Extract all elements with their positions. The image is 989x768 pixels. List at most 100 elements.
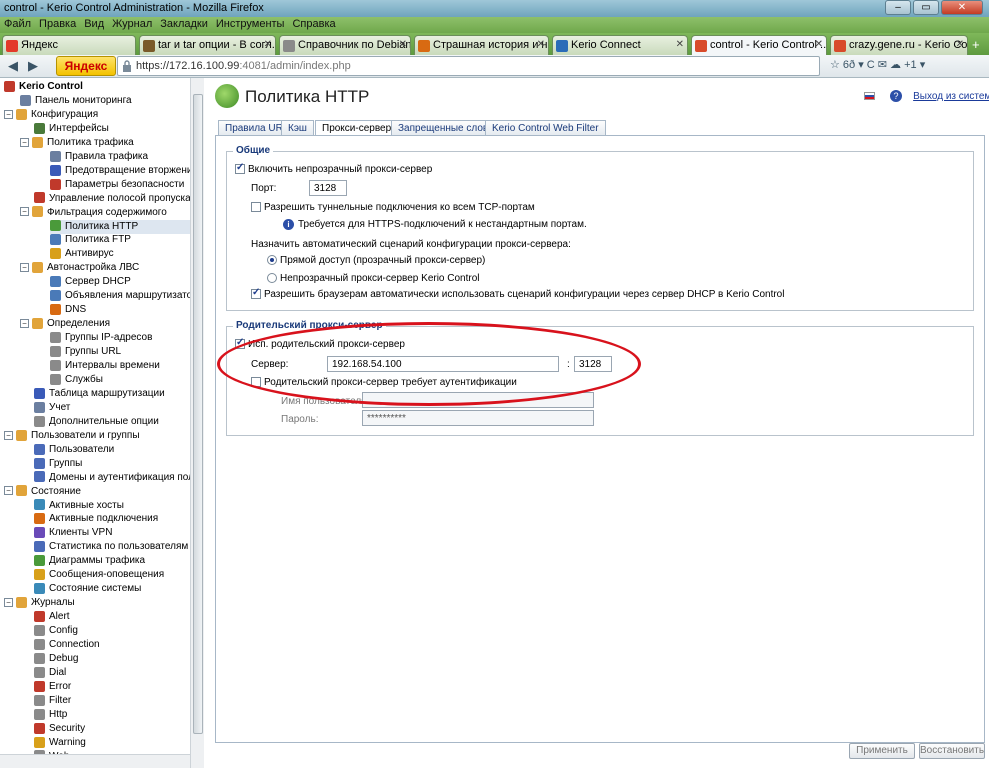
close-tab-icon[interactable]: ✕ — [264, 39, 272, 50]
sidebar-item[interactable]: Политика HTTP — [50, 219, 203, 234]
collapse-toggle-icon[interactable]: − — [20, 319, 29, 328]
sidebar-item[interactable]: Сервер DHCP — [50, 275, 203, 289]
language-flag-icon[interactable] — [864, 92, 875, 101]
apply-button[interactable]: Применить — [849, 743, 915, 759]
sidebar-item[interactable]: Управление полосой пропускания и — [34, 192, 203, 206]
menu-edit[interactable]: Правка — [35, 17, 80, 31]
sidebar-item[interactable]: Активные подключения — [34, 512, 203, 526]
sidebar-item[interactable]: Политика FTP — [50, 233, 203, 247]
sidebar-item[interactable]: − Журналы — [4, 596, 190, 610]
sidebar-item[interactable]: Http — [34, 708, 203, 722]
menu-tools[interactable]: Инструменты — [212, 17, 289, 31]
sidebar-item[interactable]: Состояние системы — [34, 582, 203, 596]
logout-link[interactable]: Выход из системы — [913, 91, 989, 102]
allow-tunnel-checkbox[interactable] — [251, 202, 261, 213]
sidebar-item[interactable]: Dial — [34, 666, 203, 680]
port-input[interactable]: 3128 — [309, 180, 347, 196]
sidebar-item[interactable]: − Определения — [20, 317, 203, 331]
sidebar-item[interactable]: Параметры безопасности — [50, 178, 203, 192]
sidebar-item[interactable]: Пользователи — [34, 443, 203, 457]
new-tab-icon[interactable]: + — [972, 37, 980, 52]
sidebar-item[interactable]: Группы IP-адресов — [50, 331, 203, 345]
minimize-button[interactable]: – — [885, 0, 911, 15]
sidebar-item[interactable]: Группы — [34, 457, 203, 471]
close-tab-icon[interactable]: ✕ — [815, 39, 823, 50]
sidebar-item[interactable]: Интервалы времени — [50, 359, 203, 373]
sidebar-item[interactable]: − Конфигурация — [4, 108, 190, 122]
sidebar-item[interactable]: − Состояние — [4, 485, 190, 499]
collapse-toggle-icon[interactable]: − — [4, 486, 13, 496]
sidebar-vertical-scrollbar[interactable] — [190, 78, 204, 768]
sidebar-item[interactable]: Дополнительные опции — [34, 415, 203, 429]
sidebar-item[interactable]: DNS — [50, 303, 203, 317]
enable-proxy-checkbox[interactable] — [235, 162, 245, 175]
browser-tab[interactable]: crazy.gene.ru - Kerio Co... ✕ — [830, 35, 968, 55]
address-bar[interactable]: https://172.16.100.99:4081/admin/index.p… — [117, 56, 820, 76]
sidebar-item[interactable]: Connection — [34, 638, 203, 652]
sidebar-item[interactable]: − Политика трафика — [20, 136, 203, 150]
sidebar-item[interactable]: Службы — [50, 373, 203, 387]
sidebar-item[interactable]: Kerio Control — [4, 80, 190, 94]
sidebar-item[interactable]: − Автонастройка ЛВС — [20, 261, 203, 275]
browser-tab[interactable]: control - Kerio Control ... ✕ — [691, 35, 827, 55]
sidebar-item[interactable]: Домены и аутентификация пользов — [34, 471, 203, 485]
sidebar-item[interactable]: Error — [34, 680, 203, 694]
sidebar-item[interactable]: Сообщения-оповещения — [34, 568, 203, 582]
collapse-toggle-icon[interactable]: − — [20, 207, 29, 217]
close-tab-icon[interactable]: ✕ — [537, 39, 545, 50]
back-icon[interactable]: ◀ — [4, 58, 22, 74]
forward-icon[interactable]: ▶ — [24, 58, 42, 74]
close-tab-icon[interactable]: ✕ — [956, 39, 964, 50]
collapse-toggle-icon[interactable]: − — [4, 430, 13, 440]
sidebar-item[interactable]: Учет — [34, 401, 203, 415]
browser-tab[interactable]: Kerio Connect ✕ — [552, 35, 688, 55]
password-input[interactable]: ********** — [362, 410, 594, 426]
sidebar-item[interactable]: Антивирус — [50, 247, 203, 261]
collapse-toggle-icon[interactable]: − — [4, 109, 13, 119]
collapse-toggle-icon[interactable]: − — [4, 598, 13, 607]
menu-file[interactable]: Файл — [0, 17, 35, 31]
sidebar-item[interactable]: − Пользователи и группы — [4, 429, 190, 443]
sidebar-item[interactable]: Config — [34, 624, 203, 638]
menu-view[interactable]: Вид — [80, 17, 108, 31]
close-window-button[interactable]: ✕ — [941, 0, 983, 15]
tab-cache[interactable]: Кэш — [281, 120, 314, 136]
radio-direct[interactable] — [267, 255, 277, 266]
browser-tab[interactable]: Страшная история и н... ✕ — [414, 35, 549, 55]
sidebar-item[interactable]: Предотвращение вторжения — [50, 164, 203, 178]
sidebar-item[interactable]: Debug — [34, 652, 203, 666]
sidebar-item[interactable]: Группы URL — [50, 345, 203, 359]
browser-tab[interactable]: Справочник по Debian... ✕ — [279, 35, 411, 55]
collapse-toggle-icon[interactable]: − — [20, 263, 29, 273]
sidebar-item[interactable]: Правила трафика — [50, 150, 203, 164]
radio-nontransparent[interactable] — [267, 273, 277, 284]
sidebar-item[interactable]: Активные хосты — [34, 499, 203, 513]
yandex-button[interactable]: Яндекс — [56, 56, 116, 76]
menu-help[interactable]: Справка — [288, 17, 339, 31]
tab-web-filter[interactable]: Kerio Control Web Filter — [485, 120, 606, 136]
help-icon[interactable]: ? — [890, 90, 903, 103]
toolbar-icons[interactable]: ☆ 6ð ▾ C ✉ ☁ +1 ▾ — [830, 58, 925, 71]
maximize-button[interactable]: ▭ — [913, 0, 939, 15]
sidebar-item[interactable]: Статистика по пользователям — [34, 540, 203, 554]
restore-button[interactable]: Восстановить — [919, 743, 985, 759]
sidebar-item[interactable]: Таблица маршрутизации — [34, 387, 203, 401]
sidebar-item[interactable]: − Фильтрация содержимого — [20, 206, 203, 220]
sidebar-item[interactable]: Панель мониторинга — [20, 94, 203, 108]
close-tab-icon[interactable]: ✕ — [399, 39, 407, 50]
browser-tab[interactable]: Яндекс — [2, 35, 136, 55]
browser-tab[interactable]: tar и tar опции - В согл... ✕ — [139, 35, 276, 55]
menu-bookmarks[interactable]: Закладки — [156, 17, 212, 31]
sidebar-item[interactable]: Интерфейсы — [34, 122, 203, 136]
sidebar-item[interactable]: Warning — [34, 736, 203, 750]
allow-dhcp-checkbox[interactable] — [251, 287, 261, 300]
collapse-toggle-icon[interactable]: − — [20, 137, 29, 147]
sidebar-item[interactable]: Filter — [34, 694, 203, 708]
scroll-thumb[interactable] — [193, 94, 203, 734]
sidebar-item[interactable]: Клиенты VPN — [34, 526, 203, 540]
sidebar-item[interactable]: Диаграммы трафика — [34, 554, 203, 568]
sidebar-horizontal-scrollbar[interactable] — [0, 754, 190, 768]
sidebar-item[interactable]: Alert — [34, 610, 203, 624]
close-tab-icon[interactable]: ✕ — [676, 39, 684, 50]
sidebar-item[interactable]: Объявления маршрутизатора II — [50, 289, 203, 303]
